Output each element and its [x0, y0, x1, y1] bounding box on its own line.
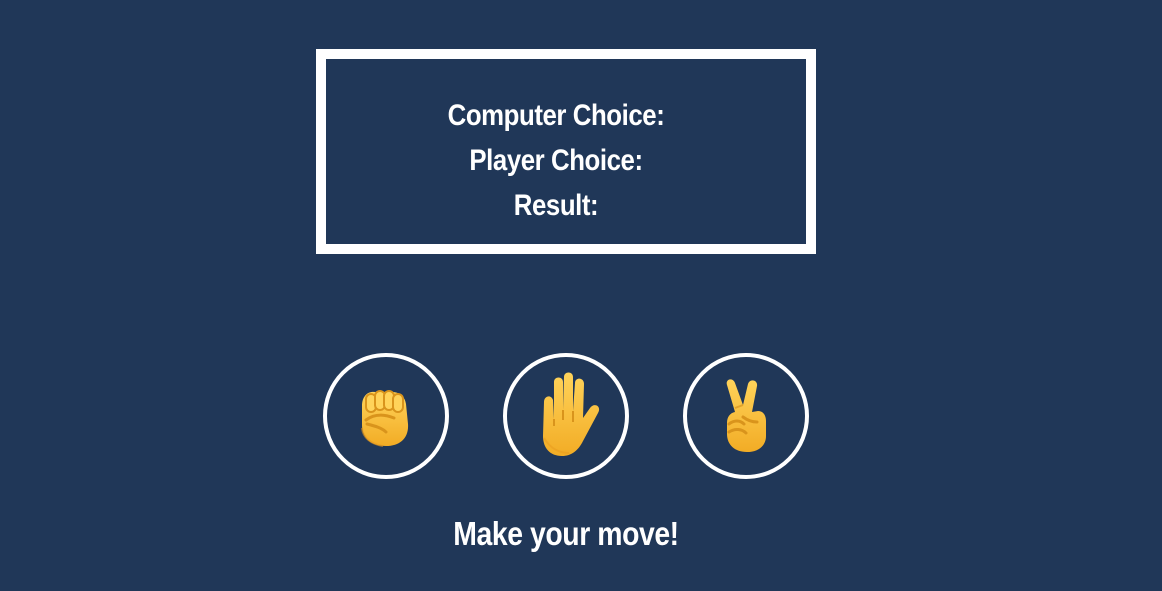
- raised-fist-icon: [350, 380, 422, 452]
- scoreboard: Computer Choice: Player Choice: Result:: [316, 49, 816, 254]
- computer-choice-label: Computer Choice:: [447, 99, 665, 132]
- rock-button[interactable]: [323, 353, 449, 479]
- raised-hand-icon: [526, 372, 606, 460]
- result-label: Result:: [513, 189, 599, 222]
- paper-button[interactable]: [503, 353, 629, 479]
- move-prompt: Make your move!: [453, 515, 679, 552]
- scissors-button[interactable]: [683, 353, 809, 479]
- player-choice-label: Player Choice:: [469, 144, 643, 177]
- score-lines: Computer Choice: Player Choice: Result:: [326, 93, 786, 228]
- choice-buttons: [323, 353, 809, 479]
- victory-hand-icon: [713, 378, 779, 454]
